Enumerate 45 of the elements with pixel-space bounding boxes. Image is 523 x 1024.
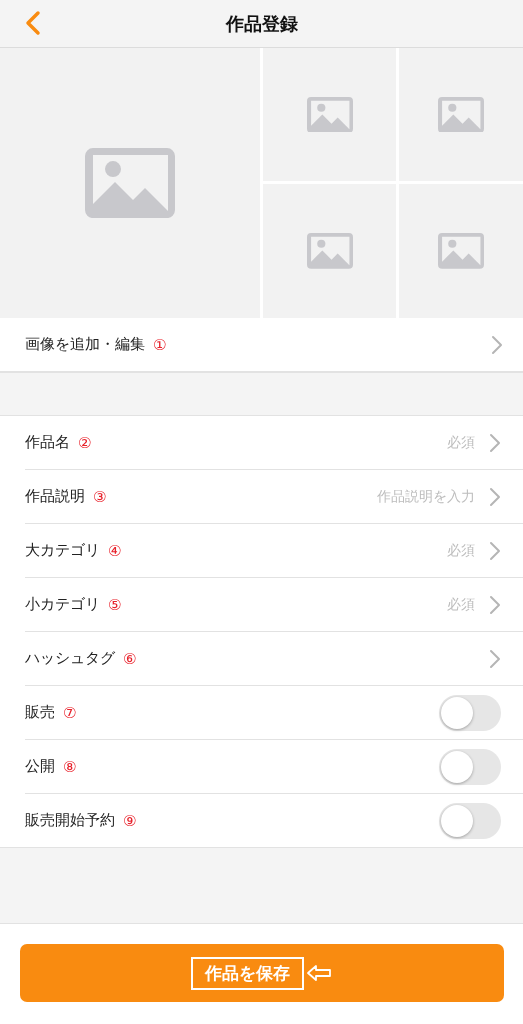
row-hint: 必須 [447, 433, 475, 452]
row-label: 大カテゴリ [25, 541, 100, 560]
row-hint: 作品説明を入力 [377, 487, 475, 506]
row-label: 作品名 [25, 433, 70, 452]
chevron-right-icon [489, 540, 501, 561]
chevron-right-icon [489, 432, 501, 453]
row-label: 小カテゴリ [25, 595, 100, 614]
row-label: ハッシュタグ [25, 649, 115, 668]
row-hint: 必須 [447, 595, 475, 614]
chevron-right-icon [491, 334, 503, 355]
toggle-switch[interactable] [439, 694, 501, 731]
left-arrow-icon [306, 964, 332, 982]
toggle-switch[interactable] [439, 748, 501, 785]
toggle-switch[interactable] [439, 802, 501, 839]
number-marker: ⑦ [63, 703, 77, 722]
number-marker: ③ [93, 487, 107, 506]
image-slot[interactable] [0, 48, 260, 318]
image-placeholder-icon [438, 96, 484, 133]
chevron-right-icon [489, 594, 501, 615]
image-placeholder-icon [306, 96, 353, 133]
image-slot[interactable] [399, 184, 523, 318]
number-marker: ⑨ [123, 811, 137, 830]
row-label: 販売 [25, 703, 55, 722]
row-label: 画像を追加・編集 [25, 335, 145, 354]
number-marker: ④ [108, 541, 122, 560]
row-label: 販売開始予約 [25, 811, 115, 830]
image-edit-row[interactable]: 画像を追加・編集 ① [0, 318, 523, 372]
image-slot[interactable] [399, 48, 523, 181]
row-label: 作品説明 [25, 487, 85, 506]
image-placeholder-icon [306, 233, 353, 269]
save-label: 作品を保存 [191, 956, 304, 990]
image-placeholder-icon [85, 147, 175, 219]
row-label: 公開 [25, 757, 55, 776]
row-hint: 必須 [447, 541, 475, 560]
number-marker: ⑧ [63, 757, 77, 776]
number-marker: ② [78, 433, 92, 452]
chevron-right-icon [489, 648, 501, 669]
chevron-right-icon [489, 486, 501, 507]
image-placeholder-icon [438, 233, 484, 269]
number-marker: ① [153, 335, 167, 354]
number-marker: ⑤ [108, 595, 122, 614]
screen-title: 作品登録 [225, 11, 298, 36]
image-slot[interactable] [263, 48, 396, 181]
image-slot[interactable] [263, 184, 396, 318]
number-marker: ⑥ [123, 649, 137, 668]
